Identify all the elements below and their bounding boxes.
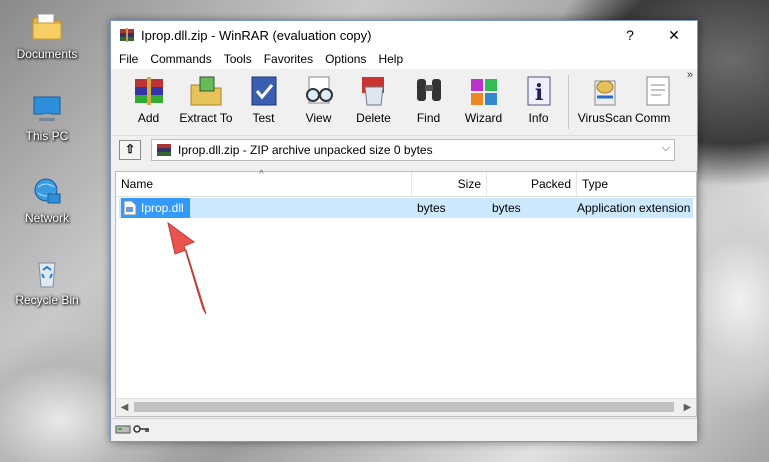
wizard-icon xyxy=(466,73,502,109)
up-folder-button[interactable]: ⇧ xyxy=(119,140,141,160)
menu-file[interactable]: File xyxy=(113,52,144,66)
sort-ascending-icon: ^ xyxy=(259,169,264,180)
horizontal-scrollbar[interactable]: ◀ ▶ xyxy=(116,398,696,416)
toolbar-overflow-button[interactable]: » xyxy=(687,69,693,81)
find-binoculars-icon xyxy=(411,73,447,109)
view-button[interactable]: View xyxy=(291,73,346,125)
add-archive-icon xyxy=(131,73,167,109)
toolbar-separator xyxy=(568,75,569,129)
status-bar xyxy=(111,418,697,441)
path-dropdown[interactable]: Iprop.dll.zip - ZIP archive unpacked siz… xyxy=(151,139,675,161)
info-button[interactable]: i Info xyxy=(511,73,566,125)
virusscan-icon xyxy=(587,73,623,109)
title-bar[interactable]: Iprop.dll.zip - WinRAR (evaluation copy)… xyxy=(111,21,697,49)
toolbar: Add Extract To Test View Delete Find Wiz… xyxy=(111,69,697,136)
column-size[interactable]: Size xyxy=(412,172,487,196)
delete-button[interactable]: Delete xyxy=(346,73,401,125)
chevron-down-icon: ⌵ xyxy=(661,142,670,154)
column-packed[interactable]: Packed xyxy=(487,172,577,196)
desktop-icon-this-pc[interactable]: This PC xyxy=(8,92,86,143)
wizard-label: Wizard xyxy=(464,111,503,125)
file-type: Application extension xyxy=(577,201,691,215)
zip-archive-icon xyxy=(156,143,172,157)
desktop-icon-label: This PC xyxy=(25,129,69,143)
file-packed: bytes xyxy=(492,201,521,215)
info-icon: i xyxy=(521,73,557,109)
address-bar: ⇧ Iprop.dll.zip - ZIP archive unpacked s… xyxy=(111,136,697,164)
close-button[interactable]: ✕ xyxy=(652,21,696,49)
find-label: Find xyxy=(416,111,441,125)
desktop-icon-recycle-bin[interactable]: Recycle Bin xyxy=(8,256,86,307)
find-button[interactable]: Find xyxy=(401,73,456,125)
view-glasses-icon xyxy=(301,73,337,109)
test-label: Test xyxy=(252,111,275,125)
delete-label: Delete xyxy=(356,111,391,125)
virusscan-button[interactable]: VirusScan xyxy=(575,73,635,125)
dll-file-icon xyxy=(123,200,137,216)
desktop-icon-label: Network xyxy=(24,211,69,225)
file-list-header: Name ^ Size Packed Type xyxy=(116,169,696,197)
menu-commands[interactable]: Commands xyxy=(144,52,217,66)
column-name[interactable]: Name ^ xyxy=(116,169,412,196)
extract-to-button[interactable]: Extract To xyxy=(176,73,236,125)
virusscan-label: VirusScan xyxy=(577,111,633,125)
add-button[interactable]: Add xyxy=(121,73,176,125)
menu-options[interactable]: Options xyxy=(319,52,372,66)
file-list: Name ^ Size Packed Type Iprop.dll bytes … xyxy=(115,169,697,417)
wizard-button[interactable]: Wizard xyxy=(456,73,511,125)
desktop-icon-label: Documents xyxy=(16,47,78,61)
file-name: Iprop.dll xyxy=(141,201,184,215)
svg-text:i: i xyxy=(534,80,542,106)
name-cell: Iprop.dll xyxy=(119,198,412,218)
desktop-icon-network[interactable]: Network xyxy=(8,174,86,225)
extract-to-label: Extract To xyxy=(179,111,233,125)
add-label: Add xyxy=(137,111,160,125)
menu-favorites[interactable]: Favorites xyxy=(258,52,319,66)
column-type[interactable]: Type xyxy=(577,172,696,196)
desktop-icon-label: Recycle Bin xyxy=(15,293,79,307)
table-row[interactable]: Iprop.dll bytes bytes Application extens… xyxy=(119,198,693,218)
help-button[interactable]: ? xyxy=(608,21,652,49)
desktop-icon-documents[interactable]: Documents xyxy=(8,10,86,61)
file-size: bytes xyxy=(417,201,446,215)
winrar-app-icon xyxy=(119,27,135,43)
column-name-label: Name xyxy=(121,177,154,191)
path-text: Iprop.dll.zip - ZIP archive unpacked siz… xyxy=(178,143,433,157)
comment-label: Comm xyxy=(635,111,671,125)
info-label: Info xyxy=(528,111,549,125)
computer-icon xyxy=(30,92,64,126)
scroll-left-icon[interactable]: ◀ xyxy=(116,399,133,416)
name-selection: Iprop.dll xyxy=(121,198,190,218)
winrar-window: Iprop.dll.zip - WinRAR (evaluation copy)… xyxy=(110,20,698,442)
folder-icon xyxy=(30,10,64,44)
menu-tools[interactable]: Tools xyxy=(218,52,258,66)
window-title: Iprop.dll.zip - WinRAR (evaluation copy) xyxy=(141,27,372,43)
recycle-bin-icon xyxy=(30,256,64,290)
view-label: View xyxy=(305,111,332,125)
extract-folder-icon xyxy=(188,73,224,109)
network-icon xyxy=(30,174,64,208)
drive-icon xyxy=(115,423,131,438)
comment-icon xyxy=(643,73,679,109)
key-icon xyxy=(133,423,151,438)
scrollbar-thumb[interactable] xyxy=(134,402,674,412)
menu-help[interactable]: Help xyxy=(372,52,409,66)
test-check-icon xyxy=(246,73,282,109)
delete-trash-icon xyxy=(356,73,392,109)
comment-button[interactable]: Comm xyxy=(635,73,679,125)
test-button[interactable]: Test xyxy=(236,73,291,125)
menu-bar: File Commands Tools Favorites Options He… xyxy=(111,49,697,69)
scroll-right-icon[interactable]: ▶ xyxy=(679,399,696,416)
